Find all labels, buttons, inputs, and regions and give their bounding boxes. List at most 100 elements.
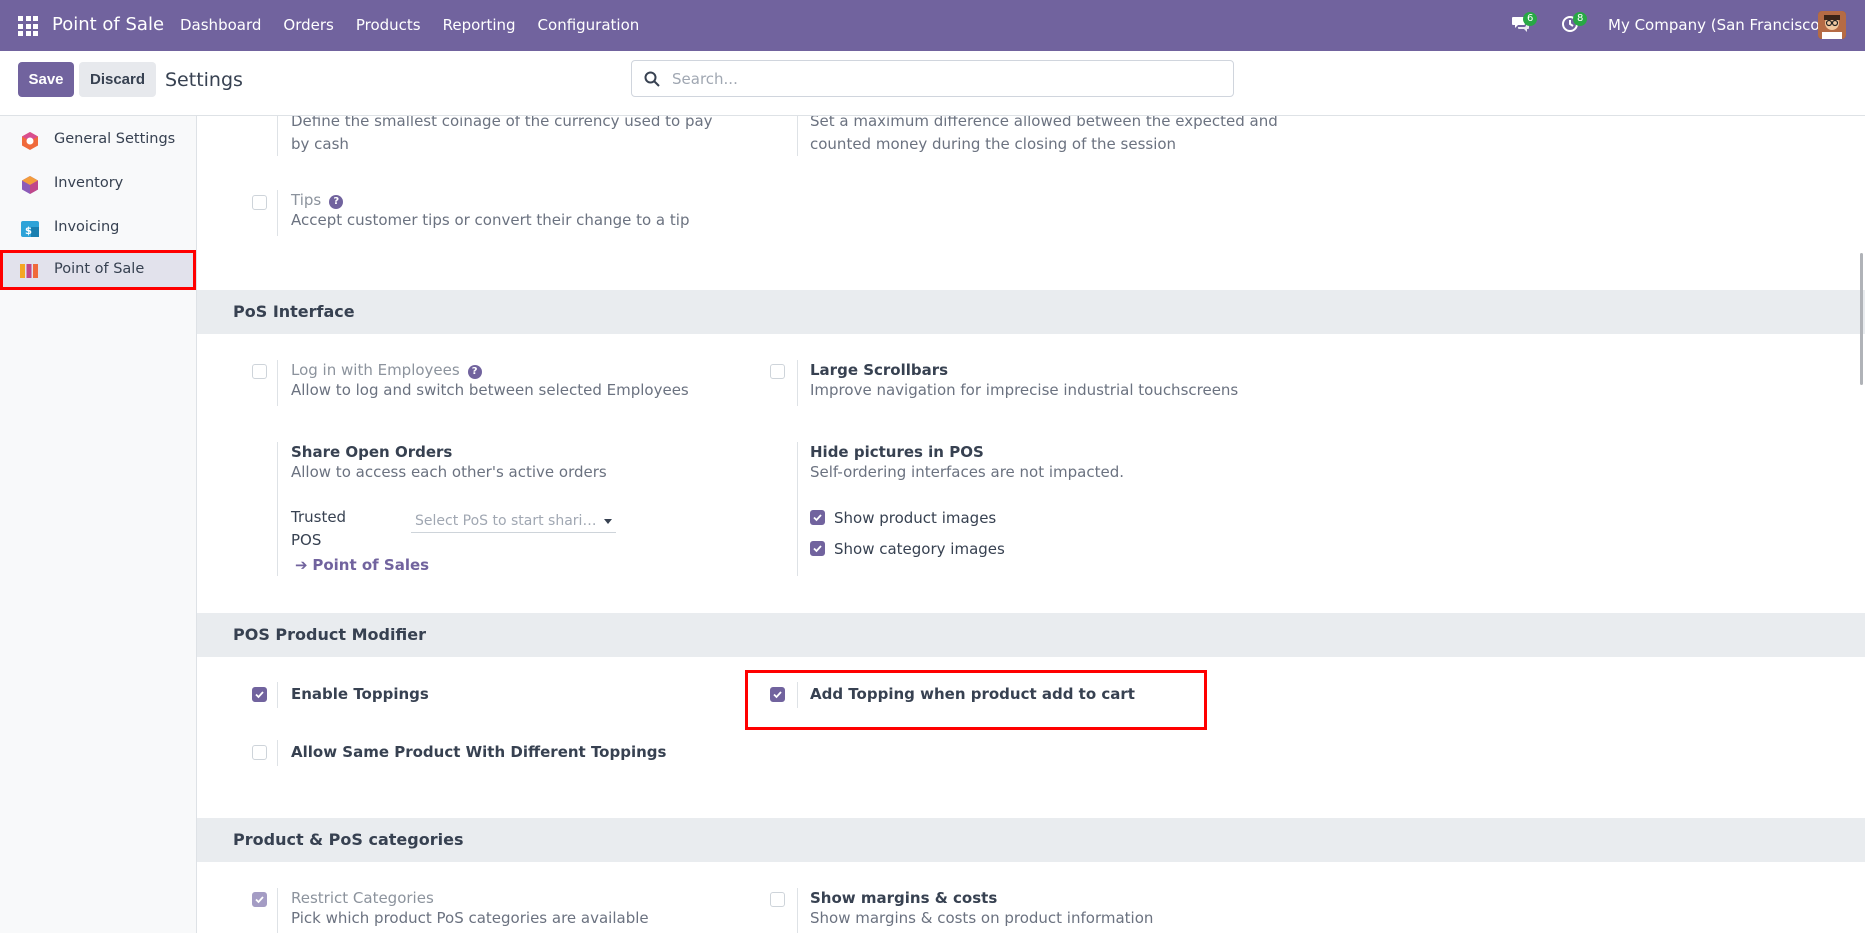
menu-configuration[interactable]: Configuration [538, 16, 640, 34]
settings-content: Define the smallest coinage of the curre… [197, 116, 1865, 933]
scrollbar[interactable] [1860, 253, 1863, 385]
save-button[interactable]: Save [18, 62, 74, 97]
employees-checkbox[interactable] [252, 364, 267, 379]
cash-rounding-description: Define the smallest coinage of the curre… [291, 116, 713, 153]
menu-reporting[interactable]: Reporting [443, 16, 516, 34]
setting-cash-difference: Set a maximum difference allowed between… [810, 116, 1280, 156]
show-margins-checkbox[interactable] [770, 892, 785, 907]
sidebar-item-point-of-sale[interactable]: Point of Sale [0, 250, 196, 290]
show-margins-title: Show margins & costs [810, 889, 998, 907]
sidebar-item-label: Point of Sale [54, 261, 145, 277]
divider [277, 360, 278, 406]
large-scrollbars-description: Improve navigation for imprecise industr… [810, 381, 1239, 399]
help-icon[interactable]: ? [467, 365, 482, 379]
check-icon [255, 691, 264, 699]
sidebar-item-label: General Settings [54, 131, 176, 147]
general-settings-icon [22, 132, 38, 150]
setting-cash-rounding: Define the smallest coinage of the curre… [291, 116, 731, 156]
divider [277, 116, 278, 156]
divider [797, 360, 798, 406]
activities-badge: 8 [1573, 12, 1588, 26]
show-category-images-label[interactable]: Show category images [834, 540, 1005, 558]
check-icon [813, 514, 822, 522]
employees-title: Log in with Employees? [291, 361, 791, 379]
divider [797, 682, 798, 708]
menu-dashboard[interactable]: Dashboard [180, 16, 261, 34]
large-scrollbars-checkbox[interactable] [770, 364, 785, 379]
app-brand[interactable]: Point of Sale [52, 14, 164, 35]
check-icon [255, 896, 264, 904]
invoicing-icon: $ [21, 221, 39, 237]
setting-restrict-categories: Restrict Categories Pick which product P… [291, 889, 791, 930]
section-heading: POS Product Modifier [233, 625, 427, 644]
divider [277, 682, 278, 708]
tips-checkbox[interactable] [252, 195, 267, 210]
trusted-pos-select[interactable]: Select PoS to start shari… [411, 509, 616, 533]
section-pos-product-modifier: POS Product Modifier [197, 613, 1865, 657]
arrow-right-icon: ➔ [295, 556, 308, 574]
tips-title: Tips? [291, 191, 791, 209]
setting-hide-pictures: Hide pictures in POS Self-ordering inter… [810, 443, 1290, 484]
show-product-images-checkbox[interactable] [810, 510, 825, 525]
setting-share-open-orders: Share Open Orders Allow to access each o… [291, 443, 771, 484]
section-heading: Product & PoS categories [233, 830, 464, 849]
section-product-pos-categories: Product & PoS categories [197, 818, 1865, 862]
control-panel: Save Discard Settings [0, 51, 1865, 116]
point-of-sales-link[interactable]: ➔ Point of Sales [295, 556, 429, 574]
add-topping-checkbox[interactable] [770, 687, 785, 702]
large-scrollbars-title: Large Scrollbars [810, 361, 949, 379]
settings-sidebar: General Settings Inventory $ Invoicing P… [0, 116, 197, 933]
setting-login-employees: Log in with Employees? Allow to log and … [291, 361, 791, 402]
help-icon[interactable]: ? [329, 195, 344, 209]
show-margins-description: Show margins & costs on product informat… [810, 909, 1154, 927]
add-topping-title: Add Topping when product add to cart [810, 685, 1135, 703]
divider [277, 888, 278, 933]
hide-pictures-description: Self-ordering interfaces are not impacte… [810, 463, 1125, 481]
setting-large-scrollbars: Large Scrollbars Improve navigation for … [810, 361, 1310, 402]
enable-toppings-title: Enable Toppings [291, 685, 429, 703]
setting-tips: Tips? Accept customer tips or convert th… [291, 191, 791, 232]
allow-same-product-checkbox[interactable] [252, 745, 267, 760]
section-pos-interface: PoS Interface [197, 290, 1865, 334]
show-category-images-checkbox[interactable] [810, 541, 825, 556]
divider [797, 888, 798, 933]
restrict-categories-checkbox[interactable] [252, 892, 267, 907]
discard-button[interactable]: Discard [79, 62, 156, 97]
section-heading: PoS Interface [233, 302, 355, 321]
restrict-categories-description: Pick which product PoS categories are av… [291, 909, 649, 927]
page-title: Settings [165, 69, 243, 91]
show-product-images-label[interactable]: Show product images [834, 509, 996, 527]
restrict-categories-title: Restrict Categories [291, 889, 434, 907]
messages-button[interactable]: 6 [1511, 12, 1538, 35]
menu-orders[interactable]: Orders [283, 16, 333, 34]
divider [277, 190, 278, 236]
search-input[interactable] [672, 61, 1222, 96]
share-orders-description: Allow to access each other's active orde… [291, 463, 607, 481]
sidebar-item-invoicing[interactable]: $ Invoicing [0, 208, 196, 248]
search-icon [644, 71, 660, 87]
tips-description: Accept customer tips or convert their ch… [291, 211, 690, 229]
divider [797, 116, 798, 156]
user-avatar[interactable] [1818, 11, 1846, 39]
menu-products[interactable]: Products [356, 16, 421, 34]
divider [277, 442, 278, 576]
app-menu-icon[interactable] [18, 16, 38, 36]
trusted-pos-label: Trusted POS [291, 508, 347, 549]
search-box [631, 60, 1234, 97]
sidebar-item-label: Inventory [54, 175, 124, 191]
divider [797, 442, 798, 576]
allow-same-product-title: Allow Same Product With Different Toppin… [291, 743, 667, 761]
share-orders-title: Share Open Orders [291, 443, 453, 461]
sidebar-item-general-settings[interactable]: General Settings [0, 120, 196, 160]
check-icon [773, 691, 782, 699]
sidebar-item-inventory[interactable]: Inventory [0, 164, 196, 204]
enable-toppings-checkbox[interactable] [252, 687, 267, 702]
messages-badge: 6 [1523, 12, 1538, 26]
inventory-icon [22, 176, 38, 194]
activities-button[interactable]: 8 [1561, 12, 1588, 35]
point-of-sale-icon [20, 264, 38, 278]
company-switcher[interactable]: My Company (San Francisco) [1608, 16, 1825, 34]
employees-description: Allow to log and switch between selected… [291, 381, 689, 399]
check-icon [813, 545, 822, 553]
hide-pictures-title: Hide pictures in POS [810, 443, 984, 461]
